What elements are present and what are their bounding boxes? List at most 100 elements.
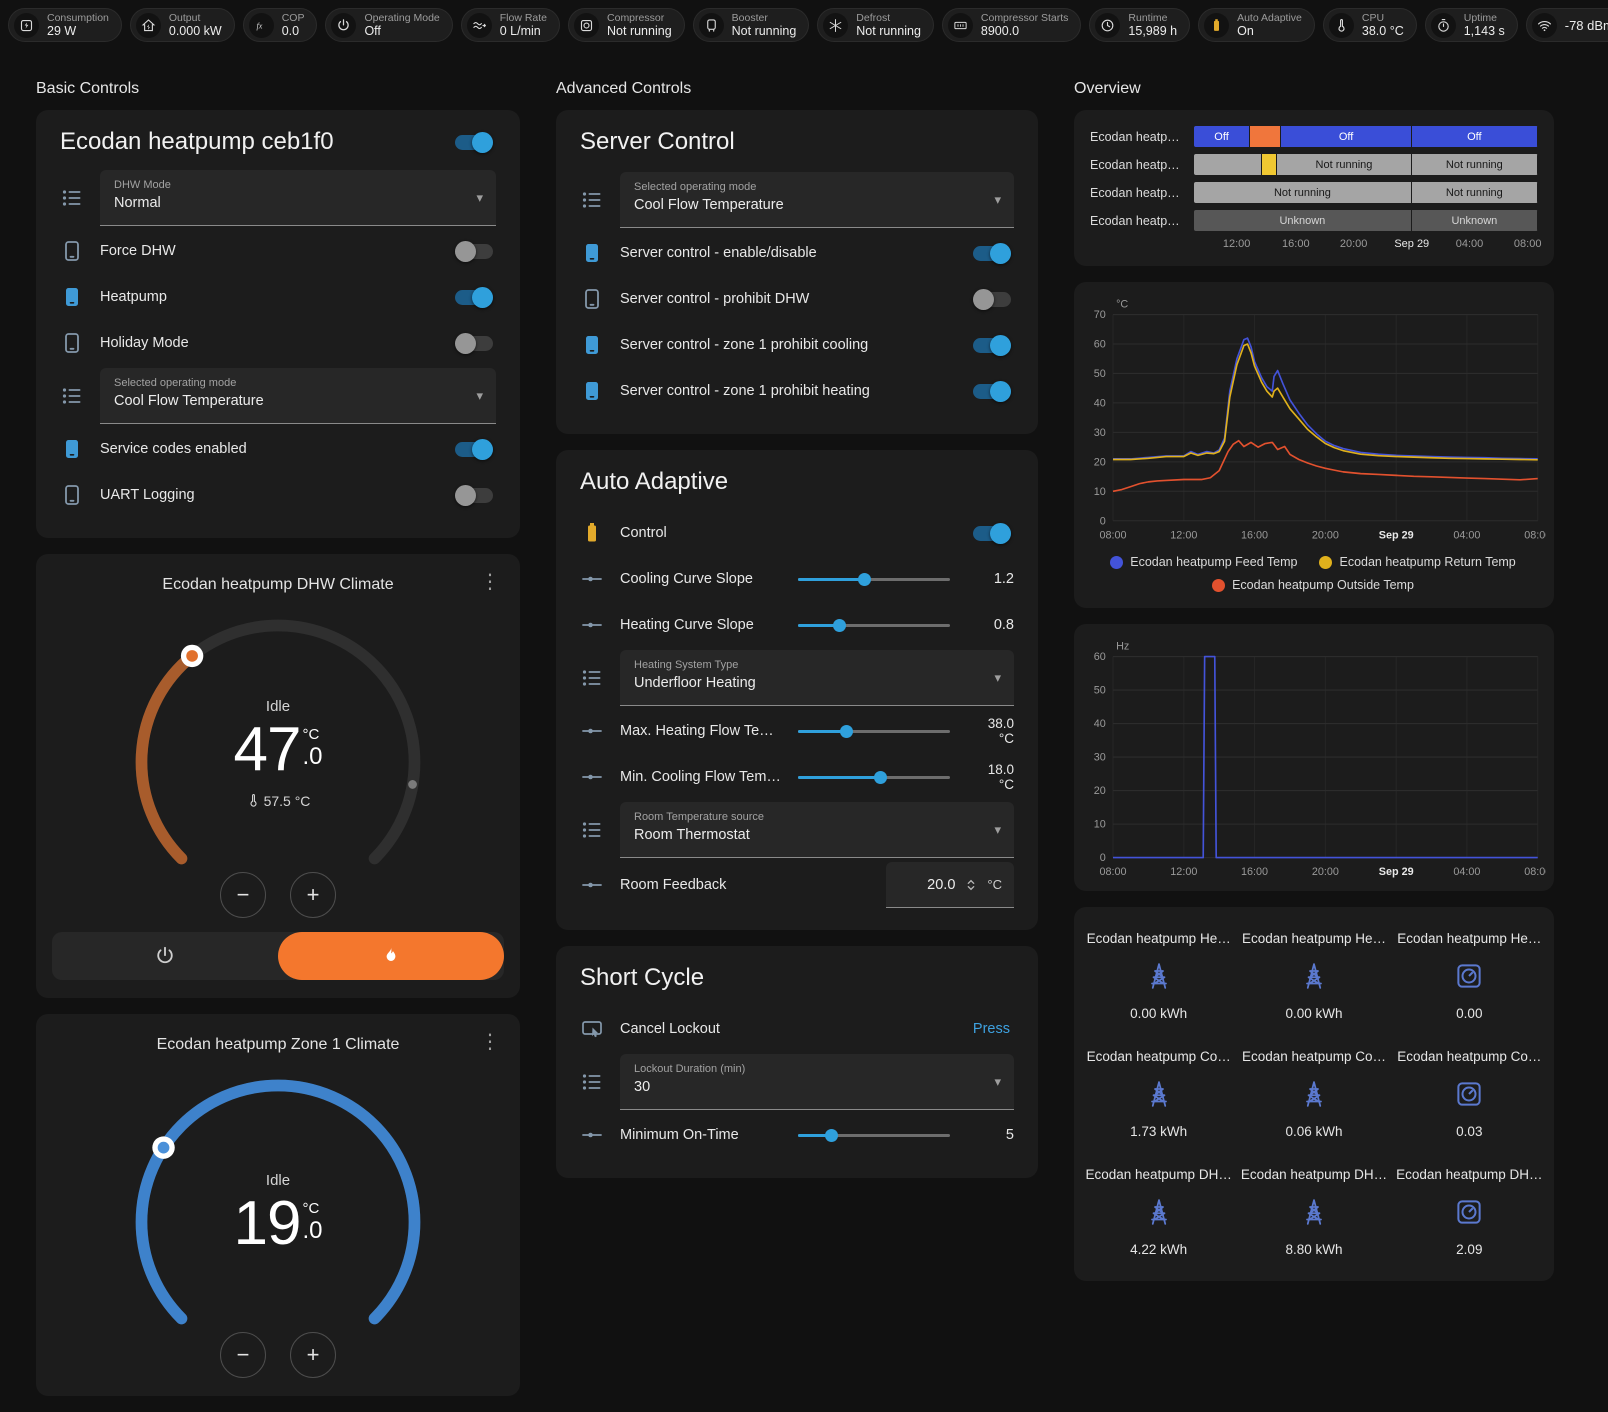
- timeline-segment[interactable]: Off: [1281, 126, 1411, 147]
- timeline-segment[interactable]: Not running: [1194, 182, 1412, 203]
- cooling-slope-slider[interactable]: [798, 569, 950, 589]
- timeline-segment[interactable]: Not running: [1412, 182, 1538, 203]
- hvac-off-button[interactable]: [52, 932, 278, 980]
- press-button[interactable]: Press: [969, 1015, 1014, 1043]
- energy-value: 1.73 kWh: [1130, 1124, 1187, 1139]
- timeline-segment[interactable]: Off: [1412, 126, 1538, 147]
- chip-78-dbm[interactable]: -78 dBm: [1526, 8, 1608, 42]
- stepper-icon[interactable]: [963, 877, 979, 893]
- battery-icon: [580, 521, 604, 545]
- tower-icon[interactable]: [1144, 1079, 1174, 1109]
- legend-item-ecodan-heatpump-return-temp[interactable]: Ecodan heatpump Return Temp: [1319, 555, 1515, 569]
- energy-entity-label[interactable]: Ecodan heatpump He…: [1087, 931, 1231, 946]
- tower-icon[interactable]: [1299, 961, 1329, 991]
- energy-value: 0.03: [1456, 1124, 1482, 1139]
- chip-auto-adaptive[interactable]: Auto AdaptiveOn: [1198, 8, 1315, 42]
- hvac-heat-button[interactable]: [278, 932, 504, 980]
- temp-increase-button[interactable]: +: [290, 872, 336, 918]
- tower-icon[interactable]: [1299, 1079, 1329, 1109]
- timeline-segment[interactable]: [1194, 154, 1262, 175]
- temp-decrease-button[interactable]: −: [220, 1332, 266, 1378]
- dhw-mode-select[interactable]: DHW Mode Normal ▾: [100, 170, 496, 226]
- chip-compressor-starts[interactable]: Compressor Starts8900.0: [942, 8, 1082, 42]
- energy-entity-label[interactable]: Ecodan heatpump DH…: [1241, 1167, 1387, 1182]
- legend-item-ecodan-heatpump-feed-temp[interactable]: Ecodan heatpump Feed Temp: [1110, 555, 1297, 569]
- operating-mode-select[interactable]: Selected operating mode Cool Flow Temper…: [100, 368, 496, 424]
- legend-item-ecodan-heatpump-outside-temp[interactable]: Ecodan heatpump Outside Temp: [1212, 578, 1414, 592]
- svg-text:04:00: 04:00: [1453, 529, 1480, 541]
- frequency-chart-card: 0102030405060Hz08:0012:0016:0020:00Sep 2…: [1074, 624, 1554, 890]
- dhw-dial[interactable]: Idle 47 °C .0 57.5 °C − +: [122, 606, 434, 918]
- temp-unit: °C: [302, 1200, 319, 1217]
- chip-cop[interactable]: fxCOP0.0: [243, 8, 318, 42]
- gauge-icon[interactable]: [1454, 1197, 1484, 1227]
- server-prohibit-cooling-toggle[interactable]: [973, 338, 1011, 353]
- device-power-toggle[interactable]: [455, 135, 493, 150]
- energy-entity-label[interactable]: Ecodan heatpump DH…: [1396, 1167, 1542, 1182]
- svg-text:40: 40: [1094, 398, 1106, 410]
- min-on-time-slider[interactable]: [798, 1125, 950, 1145]
- timeline-bar[interactable]: Not runningNot running: [1194, 154, 1538, 175]
- chip-output[interactable]: Output0.000 kW: [130, 8, 235, 42]
- system-type-select[interactable]: Heating System Type Underfloor Heating ▾: [620, 650, 1014, 706]
- chip-text: Compressor Starts8900.0: [981, 12, 1069, 38]
- chip-booster[interactable]: BoosterNot running: [693, 8, 810, 42]
- lockout-duration-select[interactable]: Lockout Duration (min) 30 ▾: [620, 1054, 1014, 1110]
- temp-decrease-button[interactable]: −: [220, 872, 266, 918]
- chip-runtime[interactable]: Runtime15,989 h: [1089, 8, 1190, 42]
- chip-cpu[interactable]: CPU38.0 °C: [1323, 8, 1417, 42]
- min-cooling-value: 18.0°C: [966, 762, 1014, 792]
- chip-operating-mode[interactable]: Operating ModeOff: [325, 8, 452, 42]
- force-dhw-toggle[interactable]: [455, 244, 493, 259]
- timeline-segment[interactable]: [1262, 154, 1277, 175]
- timeline-segment[interactable]: Unknown: [1412, 210, 1538, 231]
- chip-flow-rate[interactable]: Flow Rate0 L/min: [461, 8, 560, 42]
- chip-defrost[interactable]: DefrostNot running: [817, 8, 934, 42]
- timeline-segment[interactable]: Not running: [1412, 154, 1538, 175]
- gauge-icon[interactable]: [1454, 1079, 1484, 1109]
- temp-increase-button[interactable]: +: [290, 1332, 336, 1378]
- heatpump-toggle[interactable]: [455, 290, 493, 305]
- timeline-segment[interactable]: [1250, 126, 1281, 147]
- gauge-icon[interactable]: [1454, 961, 1484, 991]
- tower-icon[interactable]: [1144, 961, 1174, 991]
- energy-entity-label[interactable]: Ecodan heatpump DH…: [1085, 1167, 1231, 1182]
- heating-slope-slider[interactable]: [798, 615, 950, 635]
- min-cooling-slider[interactable]: [798, 767, 950, 787]
- server-enable-toggle[interactable]: [973, 246, 1011, 261]
- room-feedback-input[interactable]: 20.0 °C: [886, 862, 1014, 908]
- timeline-bar[interactable]: OffOffOff: [1194, 126, 1538, 147]
- server-enable-label: Server control - enable/disable: [620, 245, 957, 261]
- timeline-segment[interactable]: Unknown: [1194, 210, 1412, 231]
- boiler-icon: [699, 13, 724, 38]
- uart-logging-toggle[interactable]: [455, 488, 493, 503]
- dhw-climate-card: Ecodan heatpump DHW Climate ⋮ Idle 47: [36, 554, 520, 998]
- tower-icon[interactable]: [1144, 1197, 1174, 1227]
- menu-kebab-icon[interactable]: ⋮: [480, 570, 500, 594]
- chip-uptime[interactable]: Uptime1,143 s: [1425, 8, 1518, 42]
- server-op-mode-select[interactable]: Selected operating mode Cool Flow Temper…: [620, 172, 1014, 228]
- server-prohibit-heating-toggle[interactable]: [973, 384, 1011, 399]
- max-heating-slider[interactable]: [798, 721, 950, 741]
- chip-consumption[interactable]: Consumption29 W: [8, 8, 122, 42]
- chip-compressor[interactable]: CompressorNot running: [568, 8, 685, 42]
- timeline-segment[interactable]: Off: [1194, 126, 1250, 147]
- list-icon: [580, 666, 604, 690]
- control-toggle[interactable]: [973, 526, 1011, 541]
- service-codes-toggle[interactable]: [455, 442, 493, 457]
- timeline-bar[interactable]: UnknownUnknown: [1194, 210, 1538, 231]
- energy-entity-label[interactable]: Ecodan heatpump Co…: [1242, 1049, 1386, 1064]
- holiday-mode-toggle[interactable]: [455, 336, 493, 351]
- energy-entity-label[interactable]: Ecodan heatpump Co…: [1397, 1049, 1541, 1064]
- timeline-segment[interactable]: Not running: [1277, 154, 1412, 175]
- energy-entity-label[interactable]: Ecodan heatpump He…: [1242, 931, 1386, 946]
- server-prohibit-dhw-toggle[interactable]: [973, 292, 1011, 307]
- room-source-select[interactable]: Room Temperature source Room Thermostat …: [620, 802, 1014, 858]
- energy-entity-label[interactable]: Ecodan heatpump Co…: [1087, 1049, 1231, 1064]
- room-feedback-label: Room Feedback: [620, 877, 870, 893]
- energy-entity-label[interactable]: Ecodan heatpump He…: [1397, 931, 1541, 946]
- zone1-dial[interactable]: Idle 19 °C .0 − +: [122, 1066, 434, 1378]
- tower-icon[interactable]: [1299, 1197, 1329, 1227]
- timeline-bar[interactable]: Not runningNot running: [1194, 182, 1538, 203]
- menu-kebab-icon[interactable]: ⋮: [480, 1030, 500, 1054]
